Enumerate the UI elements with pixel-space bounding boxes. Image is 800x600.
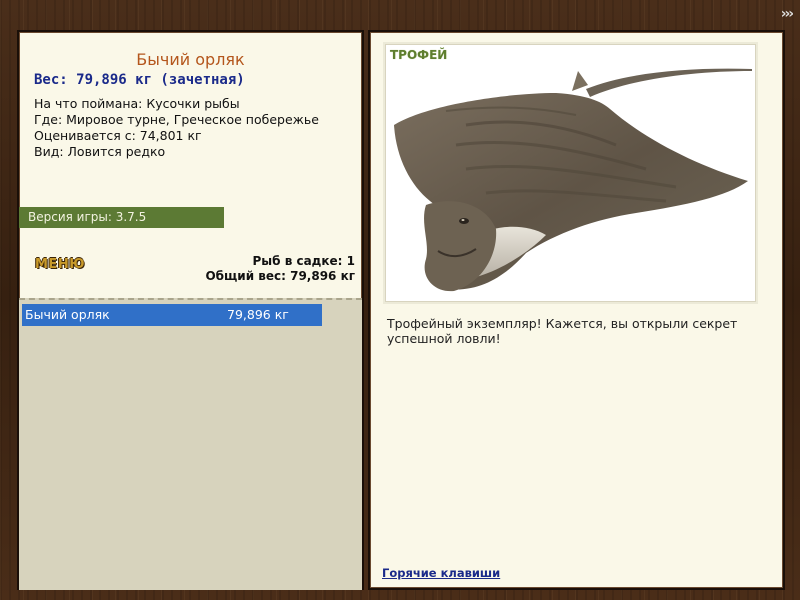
fish-info-panel: Бычий орляк Вес: 79,896 кг (зачетная) На…: [17, 30, 364, 590]
fish-details: На что поймана: Кусочки рыбы Где: Мирово…: [34, 96, 319, 160]
fish-weight: Вес: 79,896 кг (зачетная): [34, 72, 245, 88]
version-bar: Версия игры: 3.7.5: [19, 207, 224, 228]
location-line: Где: Мировое турне, Греческое побережье: [34, 112, 319, 127]
stingray-image: [394, 68, 752, 292]
fish-title: Бычий орляк: [136, 50, 245, 69]
forward-arrows-icon[interactable]: ›››: [781, 6, 794, 22]
catch-item-weight: 79,896 кг: [227, 307, 289, 322]
catch-list-item[interactable]: Бычий орляк 79,896 кг: [22, 304, 322, 326]
menu-button[interactable]: МЕНЮ: [35, 257, 85, 272]
valuation-line: Оценивается с: 74,801 кг: [34, 128, 202, 143]
cage-total-weight: Общий вес: 79,896 кг: [205, 269, 355, 283]
trophy-image-frame: ТРОФЕЙ: [385, 44, 756, 302]
trophy-message: Трофейный экземпляр! Кажется, вы открыли…: [387, 316, 738, 346]
cage-count: Рыб в садке: 1: [252, 254, 356, 268]
bait-line: На что поймана: Кусочки рыбы: [34, 96, 240, 111]
hotkeys-link[interactable]: Горячие клавиши: [382, 566, 500, 580]
rarity-line: Вид: Ловится редко: [34, 144, 166, 159]
trophy-label: ТРОФЕЙ: [390, 48, 448, 62]
catch-item-name: Бычий орляк: [25, 307, 110, 322]
cage-summary: Рыб в садке: 1 Общий вес: 79,896 кг: [205, 254, 355, 284]
trophy-panel: ТРОФЕЙ Трофейный экземпляр! Кажется, вы …: [368, 30, 785, 590]
catch-list: Бычий орляк 79,896 кг: [19, 298, 362, 590]
